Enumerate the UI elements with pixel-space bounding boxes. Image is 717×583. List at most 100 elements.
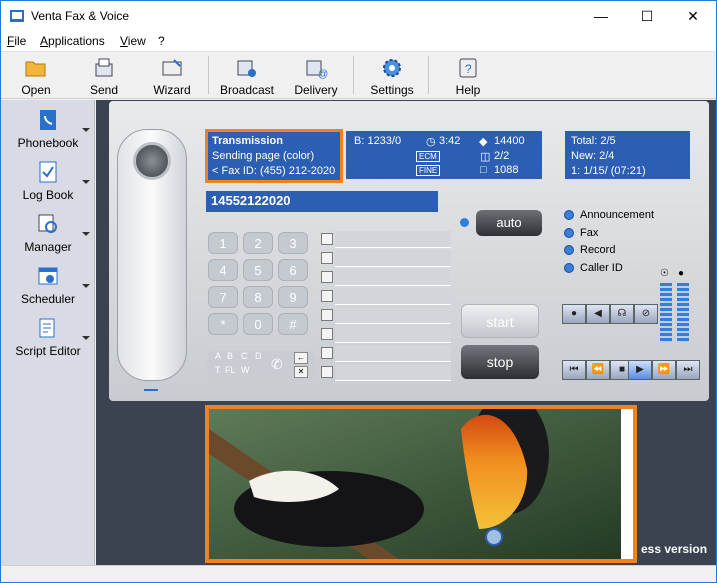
- menu-view[interactable]: View: [120, 34, 146, 48]
- chevron-down-icon[interactable]: [82, 336, 90, 340]
- mute-toggle[interactable]: ⊘: [634, 304, 658, 324]
- close-button[interactable]: ✕: [670, 1, 716, 31]
- key-9[interactable]: 9: [278, 286, 308, 308]
- mode-fax[interactable]: Fax: [564, 227, 598, 239]
- app-icon: [10, 10, 24, 22]
- key-3[interactable]: 3: [278, 232, 308, 254]
- memory-dial-button[interactable]: [321, 290, 333, 302]
- memory-slot: [335, 269, 451, 286]
- key-star[interactable]: *: [208, 313, 238, 335]
- key-0[interactable]: 0: [243, 313, 273, 335]
- ecm-badge: ECM: [416, 151, 440, 162]
- key-4[interactable]: 4: [208, 259, 238, 281]
- memory-dial-button[interactable]: [321, 366, 333, 378]
- key-hash[interactable]: #: [278, 313, 308, 335]
- memory-slot: [335, 307, 451, 324]
- scheduler-icon: [38, 267, 58, 285]
- speaker-toggle[interactable]: ◀: [586, 304, 610, 324]
- chevron-down-icon[interactable]: [82, 232, 90, 236]
- toolbar-separator: [208, 56, 209, 94]
- key-2[interactable]: 2: [243, 232, 273, 254]
- phone-icon[interactable]: ✆: [271, 356, 283, 373]
- play-button[interactable]: ▶: [628, 360, 652, 380]
- speaker-volume-slider[interactable]: [660, 283, 672, 343]
- radio-icon: [564, 263, 574, 274]
- settings-button[interactable]: Settings: [362, 56, 422, 98]
- memory-dial-button[interactable]: [321, 347, 333, 359]
- key-8[interactable]: 8: [243, 286, 273, 308]
- menu-help[interactable]: ?: [158, 34, 165, 48]
- backspace-button[interactable]: ←: [294, 352, 308, 364]
- mic-volume-slider[interactable]: [677, 283, 689, 343]
- delivery-icon: @: [306, 60, 328, 80]
- help-button[interactable]: ? Help: [438, 56, 498, 98]
- alpha-key-b[interactable]: B: [227, 351, 233, 361]
- record-toggle[interactable]: ●: [562, 304, 586, 324]
- speed: 14400: [494, 135, 525, 147]
- message-counter-display: Total: 2/5 New: 2/4 1: 1/15/ (07:21): [565, 131, 690, 179]
- memory-dial-button[interactable]: [321, 271, 333, 283]
- sidebar-item-script-editor[interactable]: Script Editor: [1, 316, 95, 366]
- open-button[interactable]: Open: [6, 56, 66, 98]
- minimize-button[interactable]: —: [578, 1, 624, 31]
- wizard-button[interactable]: Wizard: [142, 56, 202, 98]
- start-button[interactable]: start: [461, 304, 539, 338]
- key-1[interactable]: 1: [208, 232, 238, 254]
- size: 1088: [494, 164, 519, 176]
- pages-icon: ◫: [480, 151, 491, 163]
- mode-record[interactable]: Record: [564, 244, 615, 256]
- menu-applications[interactable]: Applications: [40, 34, 105, 48]
- alpha-key-w[interactable]: W: [241, 365, 250, 375]
- alpha-key-d[interactable]: D: [255, 351, 262, 361]
- sidebar: Phonebook Log Book Manager Scheduler Scr…: [1, 100, 95, 565]
- sidebar-item-scheduler[interactable]: Scheduler: [1, 264, 95, 314]
- menu-file[interactable]: File: [7, 34, 26, 48]
- duration: 3:42: [439, 135, 461, 147]
- headset-toggle[interactable]: ☊: [610, 304, 634, 324]
- chevron-down-icon[interactable]: [82, 128, 90, 132]
- memory-dial-button[interactable]: [321, 328, 333, 340]
- toolbar-separator: [353, 56, 354, 94]
- mode-announcement[interactable]: Announcement: [564, 209, 654, 221]
- memory-slot: [335, 250, 451, 267]
- chevron-down-icon[interactable]: [82, 180, 90, 184]
- memory-dial-button[interactable]: [321, 233, 333, 245]
- delivery-button[interactable]: @ Delivery: [286, 56, 346, 98]
- stop-button[interactable]: stop: [461, 345, 539, 379]
- status-detail: Sending page (color): [212, 150, 315, 162]
- radio-icon: [564, 245, 574, 256]
- fine-badge: FINE: [416, 165, 441, 176]
- memory-slots: [319, 231, 451, 381]
- memory-dial-button[interactable]: [321, 309, 333, 321]
- alpha-key-c[interactable]: C: [241, 351, 248, 361]
- sidebar-item-logbook[interactable]: Log Book: [1, 160, 95, 210]
- dial-number-field[interactable]: 14552122020: [206, 191, 438, 212]
- key-6[interactable]: 6: [278, 259, 308, 281]
- handset-speaker-icon: [133, 142, 171, 180]
- toolbar-separator: [428, 56, 429, 94]
- skip-end-button[interactable]: ⏭: [676, 360, 700, 380]
- window-title: Venta Fax & Voice: [31, 9, 130, 23]
- send-button[interactable]: Send: [74, 56, 134, 98]
- clear-button[interactable]: ✕: [294, 366, 308, 378]
- key-7[interactable]: 7: [208, 286, 238, 308]
- alpha-key-fl[interactable]: FL: [225, 365, 236, 375]
- key-5[interactable]: 5: [243, 259, 273, 281]
- broadcast-button[interactable]: Broadcast: [217, 56, 277, 98]
- auto-button[interactable]: auto: [476, 210, 542, 236]
- manager-icon: [38, 214, 57, 233]
- memory-dial-button[interactable]: [321, 252, 333, 264]
- alpha-key-t[interactable]: T: [215, 365, 221, 375]
- transfer-stats-display: B: 1233/0 ◷ 3:42 ◆ 14400 ECM ◫ 2/2 FINE …: [346, 131, 542, 179]
- memory-slot: [335, 231, 451, 248]
- sidebar-item-phonebook[interactable]: Phonebook: [1, 108, 95, 158]
- maximize-button[interactable]: ☐: [624, 1, 670, 31]
- wizard-icon: [162, 59, 182, 76]
- chevron-down-icon[interactable]: [82, 284, 90, 288]
- sidebar-item-manager[interactable]: Manager: [1, 212, 95, 262]
- alpha-key-a[interactable]: A: [215, 351, 221, 361]
- fast-forward-button[interactable]: ⏩: [652, 360, 676, 380]
- mode-caller-id[interactable]: Caller ID: [564, 262, 623, 274]
- rewind-button[interactable]: ⏪: [586, 360, 610, 380]
- skip-start-button[interactable]: ⏮: [562, 360, 586, 380]
